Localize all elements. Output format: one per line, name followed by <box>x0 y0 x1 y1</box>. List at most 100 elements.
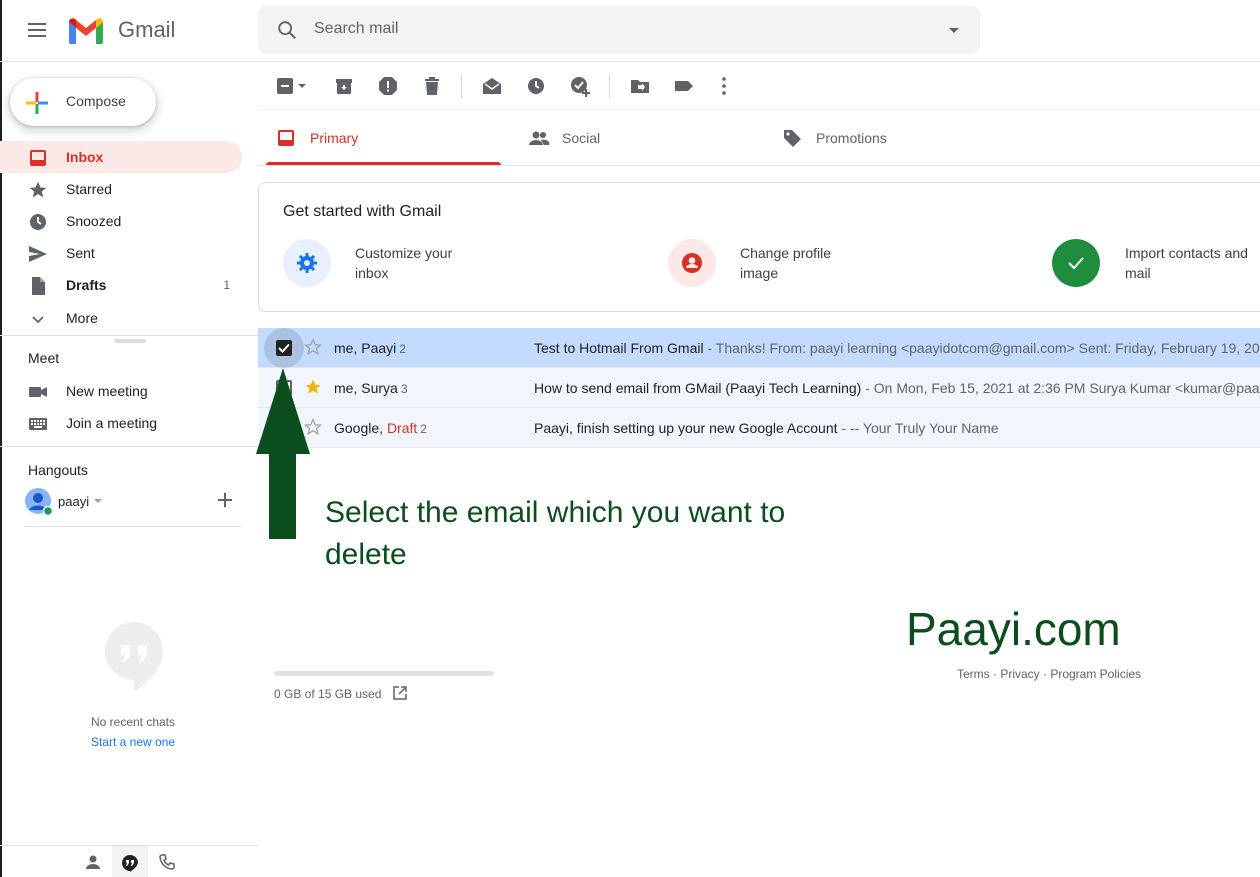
sidebar-item-label: Starred <box>66 181 112 197</box>
caret-down-icon[interactable] <box>94 499 102 504</box>
video-camera-icon <box>28 382 48 402</box>
tab-label: Social <box>562 130 601 146</box>
get-started-card: Get started with Gmail Customize your in… <box>258 182 1260 312</box>
footer-links[interactable]: Terms · Privacy · Program Policies <box>957 667 1141 681</box>
customize-inbox-label[interactable]: Customize your inbox <box>355 243 485 283</box>
join-meeting-item[interactable]: Join a meeting <box>0 407 242 439</box>
email-row[interactable]: me, Paayi 2 Test to Hotmail From Gmail - … <box>258 328 1260 368</box>
sidebar-item-starred[interactable]: Starred <box>0 173 242 205</box>
send-icon <box>28 244 48 264</box>
watermark-text: Paayi.com <box>906 603 1121 655</box>
plus-icon <box>24 90 50 116</box>
sidebar-item-snoozed[interactable]: Snoozed <box>0 205 242 237</box>
report-spam-icon[interactable] <box>378 76 398 96</box>
hangouts-divider <box>24 526 242 527</box>
thread-count: 3 <box>400 382 408 396</box>
clock-icon <box>28 212 48 232</box>
external-link-icon[interactable] <box>392 685 408 701</box>
row-checkbox-checked[interactable] <box>276 340 292 356</box>
no-recent-chats-text: No recent chats <box>90 715 176 729</box>
resize-handle[interactable] <box>114 339 146 343</box>
sidebar-item-label: Sent <box>66 245 95 261</box>
account-icon <box>681 252 703 274</box>
tab-social[interactable]: Social <box>510 110 760 166</box>
main-menu-icon[interactable] <box>24 18 52 42</box>
email-row[interactable]: Google, Draft 2 Paayi, finish setting up … <box>258 408 1260 448</box>
hangouts-tab[interactable] <box>112 846 148 877</box>
chevron-down-icon <box>28 309 48 329</box>
people-icon <box>528 128 550 148</box>
search-bar[interactable] <box>258 6 980 54</box>
draft-label: Draft <box>386 420 418 436</box>
sidebar-item-more[interactable]: More <box>0 302 242 334</box>
storage-progress-bar <box>274 671 494 676</box>
tab-label: Promotions <box>816 130 887 146</box>
hangouts-user[interactable]: paayi <box>24 487 242 517</box>
search-input[interactable] <box>314 20 914 38</box>
add-to-tasks-icon[interactable] <box>570 76 590 97</box>
gmail-logo-text: Gmail <box>118 17 176 42</box>
new-meeting-item[interactable]: New meeting <box>0 375 242 407</box>
thread-count: 2 <box>399 342 406 356</box>
star-icon <box>28 180 48 200</box>
check-icon <box>1065 252 1087 274</box>
customize-inbox-button[interactable] <box>283 239 331 287</box>
search-icon[interactable] <box>276 19 298 41</box>
email-sender: me, Paayi 2 <box>334 340 406 356</box>
compose-button[interactable]: Compose <box>10 78 156 126</box>
gear-icon <box>296 252 318 274</box>
get-started-title: Get started with Gmail <box>283 203 442 220</box>
snooze-icon[interactable] <box>526 76 546 96</box>
email-row[interactable]: me, Surya 3 How to send email from GMail … <box>258 368 1260 408</box>
inbox-icon <box>28 148 48 168</box>
sidebar-item-inbox[interactable]: Inbox <box>0 141 242 173</box>
label-icon[interactable] <box>674 76 694 96</box>
import-contacts-button[interactable] <box>1052 239 1100 287</box>
annotation-text: Select the email which you want to delet… <box>325 496 786 571</box>
move-to-icon[interactable] <box>630 76 650 96</box>
select-all-checkbox-icon[interactable] <box>276 76 306 96</box>
hangouts-quote-icon <box>121 854 139 872</box>
add-icon[interactable] <box>218 493 232 507</box>
hangouts-username: paayi <box>58 494 90 509</box>
gmail-logo-icon[interactable] <box>67 16 105 44</box>
search-options-icon[interactable] <box>948 27 960 34</box>
hangouts-section-title: Hangouts <box>28 462 88 478</box>
tab-label: Primary <box>310 130 359 146</box>
email-snippet: - On Mon, Feb 15, 2021 at 2:36 PM Surya … <box>865 380 1260 396</box>
sidebar-item-sent[interactable]: Sent <box>0 237 242 269</box>
sidebar-divider <box>0 335 258 336</box>
tab-primary[interactable]: Primary <box>258 110 508 166</box>
active-tab-indicator <box>266 162 501 165</box>
start-new-chat-link[interactable]: Start a new one <box>0 735 266 749</box>
email-subject: Test to Hotmail From Gmail - Thanks! Fro… <box>534 340 1260 356</box>
email-sender: me, Surya 3 <box>334 380 408 396</box>
delete-icon[interactable] <box>422 76 442 96</box>
archive-icon[interactable] <box>334 76 354 96</box>
hangouts-chat-bubble-icon <box>103 620 165 694</box>
sidebar-item-drafts[interactable]: Drafts 1 <box>0 269 242 301</box>
storage-usage-text: 0 GB of 15 GB used <box>274 687 382 701</box>
tab-promotions[interactable]: Promotions <box>764 110 1014 166</box>
contacts-icon[interactable] <box>84 853 102 871</box>
drafts-count: 1 <box>223 278 230 292</box>
import-contacts-label[interactable]: Import contacts and mail <box>1125 243 1255 283</box>
join-meeting-label: Join a meeting <box>66 415 158 431</box>
email-subject: How to send email from GMail (Paayi Tech… <box>534 380 1260 396</box>
star-outline-icon[interactable] <box>304 338 322 356</box>
change-profile-image-label[interactable]: Change profile image <box>740 243 870 283</box>
draft-icon <box>28 276 48 296</box>
email-snippet: - Thanks! From: paayi learning <paayidot… <box>703 340 1260 356</box>
avatar <box>24 487 54 517</box>
keyboard-icon <box>28 414 48 434</box>
header-divider <box>0 61 1260 62</box>
more-options-icon[interactable] <box>714 76 734 96</box>
mark-as-read-icon[interactable] <box>482 76 502 96</box>
meet-section-title: Meet <box>28 350 60 366</box>
tabs-divider <box>258 165 1260 166</box>
inbox-icon <box>276 128 296 148</box>
thread-count: 2 <box>420 422 427 436</box>
phone-icon[interactable] <box>158 853 176 871</box>
change-profile-image-button[interactable] <box>668 239 716 287</box>
sidebar-item-label: Drafts <box>66 277 107 293</box>
